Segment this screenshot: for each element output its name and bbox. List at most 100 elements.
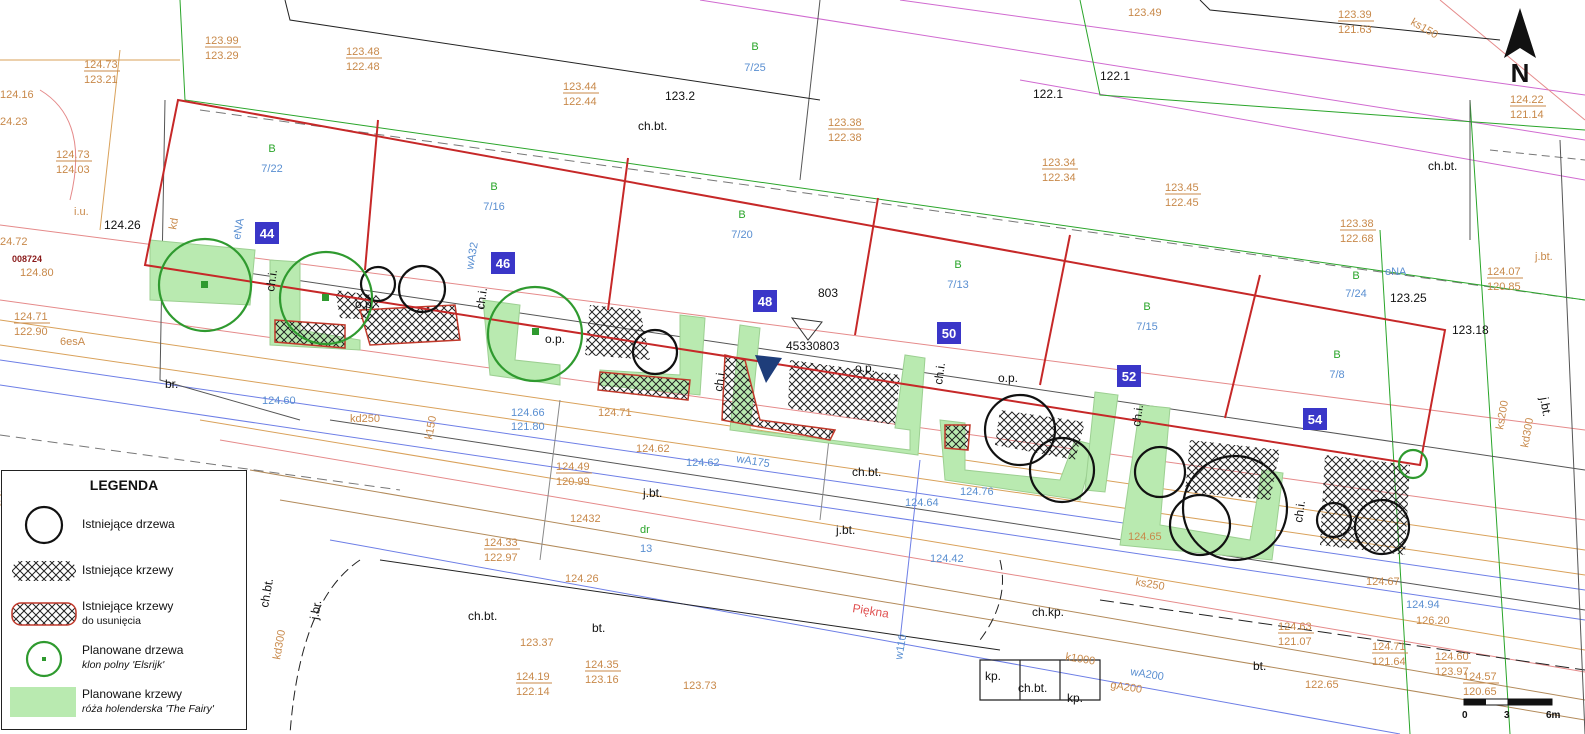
- jbt-label: j.bt.: [835, 523, 855, 537]
- height-top-value: 124.22: [1510, 94, 1544, 106]
- dr-number: 13: [640, 543, 652, 555]
- parcel-number: 7/16: [483, 201, 504, 213]
- height-top-value: 123.34: [1042, 157, 1076, 169]
- legend-label: Planowane krzewy: [82, 687, 183, 701]
- point-id-label: 45330803: [786, 339, 840, 353]
- misc-value: 122.65: [1305, 679, 1339, 691]
- height-bottom-value: 122.90: [14, 326, 48, 338]
- network-label: wA32: [464, 241, 481, 271]
- chbt-vertical-label: ch.bt.: [257, 577, 276, 608]
- chi-label: ch.i.: [1291, 500, 1308, 524]
- legend-item-existing-trees: Istniejące drzewa: [2, 503, 246, 547]
- height-top-value: 124.33: [484, 537, 518, 549]
- height-top-value: 124.60: [1435, 651, 1469, 663]
- scale-label-0: 0: [1462, 710, 1468, 721]
- north-arrow-icon: [1504, 8, 1536, 58]
- height-top-value: 124.49: [556, 461, 590, 473]
- height-top-value: 123.38: [828, 117, 862, 129]
- network-label: k1000: [1065, 651, 1096, 668]
- legend-label: Planowane drzewa: [82, 643, 184, 657]
- misc-value: 24.23: [0, 116, 28, 128]
- existing-shrubs-icon: [12, 561, 76, 581]
- parcel-number: 7/24: [1345, 288, 1366, 300]
- chbt-label: ch.bt.: [638, 119, 667, 133]
- network-label: kd: [167, 217, 181, 231]
- height-top-value: 124.73: [56, 149, 90, 161]
- chbt-label: ch.bt.: [852, 465, 881, 479]
- network-label: 6esA: [60, 336, 86, 348]
- scale-bar-graphic: [1463, 698, 1553, 706]
- height-top-value: 124.71: [1372, 641, 1406, 653]
- parcel-number: 7/13: [947, 279, 968, 291]
- chbt-road-label: ch.bt.: [1018, 681, 1047, 695]
- height-bottom-value: 124.03: [56, 164, 90, 176]
- planned-shrubs: [149, 239, 1284, 561]
- height-top-value: 123.44: [563, 81, 597, 93]
- misc-value: 123.37: [520, 637, 554, 649]
- existing-tree-icon: [24, 505, 64, 545]
- height-bottom-value: 122.34: [1042, 172, 1076, 184]
- elevation-label: 123.2: [665, 89, 695, 103]
- height-top-value: 123.48: [346, 46, 380, 58]
- parcel-use: B: [1352, 270, 1359, 282]
- height-bottom-value: 120.85: [1487, 281, 1521, 293]
- planned-shrubs-icon: [10, 687, 76, 717]
- misc-value: 124.42: [930, 553, 964, 565]
- bt-label: bt.: [592, 621, 605, 635]
- planned-trees: [157, 237, 1429, 480]
- parcel-number: 7/22: [261, 163, 282, 175]
- height-bottom-value: 121.63: [1338, 24, 1372, 36]
- north-label: N: [1510, 58, 1530, 88]
- building-number-48: 48: [758, 294, 772, 309]
- height-bottom-value: 122.14: [516, 686, 550, 698]
- street-name: Piękna: [852, 601, 891, 621]
- elevation-label: 122.1: [1100, 69, 1130, 83]
- height-top-value: 123.45: [1165, 182, 1199, 194]
- jbr-label: j.br.: [307, 599, 324, 621]
- misc-value: 124.26: [565, 573, 599, 585]
- iu-label: i.u.: [74, 206, 89, 218]
- bt-label: bt.: [1253, 659, 1266, 673]
- scale-label-3: 3: [1504, 710, 1510, 721]
- parcel-number: 7/25: [744, 62, 765, 74]
- code-label: 008724: [12, 254, 42, 264]
- misc-value: 124.16: [0, 89, 34, 101]
- height-top-value: 124.07: [1487, 266, 1521, 278]
- height-top-value: 123.38: [1340, 218, 1374, 230]
- op-label: o.p.: [355, 297, 375, 311]
- op-label: o.p.: [855, 361, 875, 375]
- building-number-52: 52: [1122, 369, 1136, 384]
- network-label: kd300: [271, 629, 288, 661]
- misc-value: 124.64: [905, 497, 939, 509]
- shrubs-to-remove-icon: [11, 602, 77, 626]
- legend-label: Istniejące krzewy: [82, 563, 174, 577]
- chi-label: ch.i.: [931, 362, 948, 386]
- legend-title: LEGENDA: [89, 477, 159, 493]
- height-top-value: 124.73: [84, 59, 118, 71]
- chkp-label: ch.kp.: [1032, 605, 1064, 619]
- elevation-label: 124.26: [104, 218, 141, 232]
- legend-item-shrubs-to-remove: Istniejące krzewy do usunięcia: [2, 595, 246, 639]
- height-top-value: 124.71: [14, 311, 48, 323]
- misc-value: 24.72: [0, 236, 28, 248]
- legend-sublabel: klon polny 'Elsrijk': [82, 659, 165, 671]
- misc-value: 124.60: [262, 395, 296, 407]
- jbt-label: j.bt.: [1537, 395, 1554, 417]
- legend-panel: LEGENDA Istniejące drzewa Istniejące krz…: [1, 470, 247, 730]
- chbt-label: ch.bt.: [1428, 159, 1457, 173]
- misc-value: 124.71: [598, 407, 632, 419]
- misc-value: 124.67: [1366, 576, 1400, 588]
- height-bottom-value: 122.38: [828, 132, 862, 144]
- parcel-803-label: 803: [818, 286, 838, 300]
- legend-item-planned-shrubs: Planowane krzewy róża holenderska 'The F…: [2, 683, 246, 727]
- elevation-label: 123.25: [1390, 291, 1427, 305]
- planned-tree-icon: [25, 640, 63, 678]
- height-bottom-value: 122.44: [563, 96, 597, 108]
- parcel-use: B: [751, 41, 758, 53]
- parcel-use: B: [1143, 301, 1150, 313]
- height-bottom-value: 122.48: [346, 61, 380, 73]
- misc-value: 123.73: [683, 680, 717, 692]
- elevation-label: 122.1: [1033, 87, 1063, 101]
- misc-value: 12432: [570, 513, 601, 525]
- misc-value: 124.94: [1406, 599, 1440, 611]
